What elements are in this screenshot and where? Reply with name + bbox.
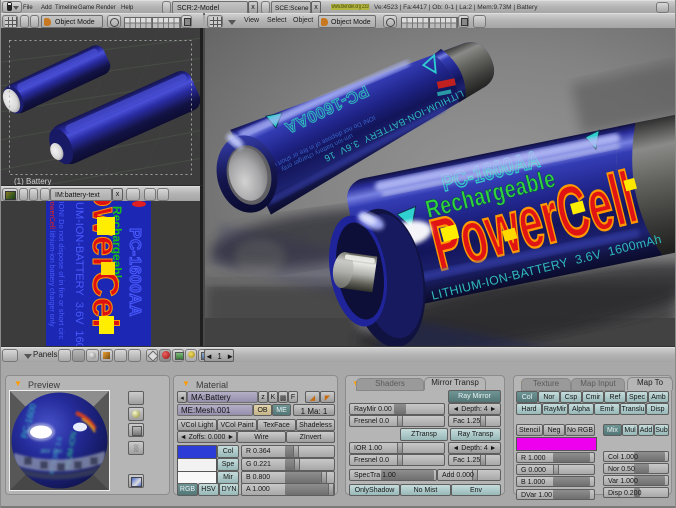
svg-text:PC-1600AA: PC-1600AA — [126, 228, 143, 317]
svg-text:TION! Do not dispose of in fir: TION! Do not dispose of in fire or short… — [57, 201, 66, 339]
svg-text:PowerCell lithium-ion battery: PowerCell lithium-ion battery charger on… — [48, 201, 55, 327]
svg-text:HIUM-ION-BATTERY 3.6V 160: HIUM-ION-BATTERY 3.6V 160 — [73, 201, 85, 347]
svg-text:36V 160: 36V 160 — [40, 449, 63, 455]
